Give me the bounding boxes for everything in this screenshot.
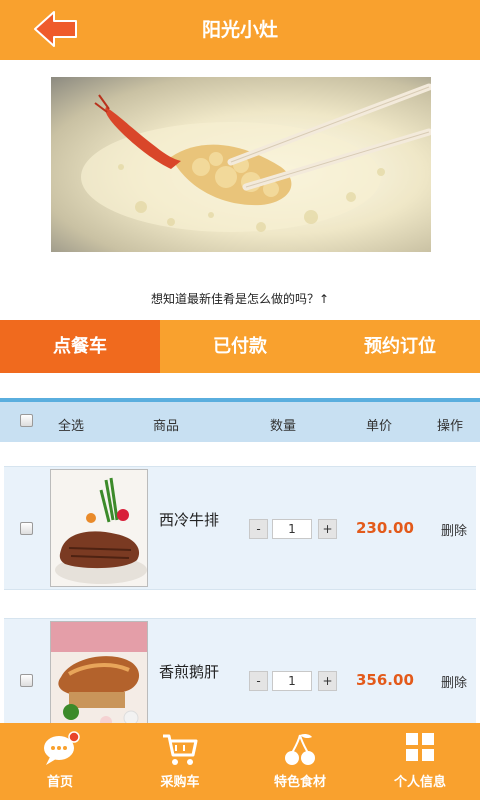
column-quantity: 数量 bbox=[270, 419, 297, 434]
nav-cart-label: 采购车 bbox=[160, 775, 200, 790]
banner-image[interactable] bbox=[51, 77, 431, 252]
nav-home[interactable]: 首页 bbox=[0, 723, 120, 800]
dish-image[interactable] bbox=[50, 621, 148, 739]
dish-name: 西冷牛排 bbox=[159, 511, 220, 529]
page-title: 阳光小灶 bbox=[201, 19, 278, 41]
grid-icon bbox=[406, 733, 434, 761]
column-unit-price: 单价 bbox=[366, 419, 393, 434]
delete-link[interactable]: 删除 bbox=[441, 520, 467, 539]
table-row: 西冷牛排 - 1 + 230.00 删除 bbox=[4, 466, 476, 590]
bottom-nav: 首页 采购车 特色食材 个人信息 bbox=[0, 723, 480, 800]
quantity-decrease-button[interactable]: - bbox=[249, 519, 268, 539]
foie-gras-photo bbox=[51, 622, 147, 738]
nav-home-label: 首页 bbox=[46, 775, 73, 790]
dish-name: 香煎鹅肝 bbox=[159, 663, 220, 681]
unit-price: 356.00 bbox=[356, 671, 414, 689]
tab-bar: 点餐车 已付款 预约订位 bbox=[0, 320, 480, 373]
select-all-checkbox[interactable] bbox=[20, 414, 33, 427]
nav-profile-label: 个人信息 bbox=[393, 775, 446, 790]
quantity-decrease-button[interactable]: - bbox=[249, 671, 268, 691]
column-item: 商品 bbox=[153, 419, 180, 434]
tab-order-cart[interactable]: 点餐车 bbox=[0, 320, 160, 373]
column-action: 操作 bbox=[437, 419, 464, 434]
nav-cart[interactable]: 采购车 bbox=[120, 723, 240, 800]
tab-reservation[interactable]: 预约订位 bbox=[320, 320, 480, 373]
quantity-input[interactable]: 1 bbox=[272, 519, 312, 539]
row-checkbox[interactable] bbox=[20, 674, 33, 687]
sirloin-steak-photo bbox=[51, 470, 147, 586]
dish-image[interactable] bbox=[50, 469, 148, 587]
banner-caption: 想知道最新佳肴是怎么做的吗？↑ bbox=[150, 292, 330, 306]
quantity-input[interactable]: 1 bbox=[272, 671, 312, 691]
quantity-increase-button[interactable]: + bbox=[318, 671, 337, 691]
row-checkbox[interactable] bbox=[20, 522, 33, 535]
quantity-increase-button[interactable]: + bbox=[318, 519, 337, 539]
tab-paid[interactable]: 已付款 bbox=[160, 320, 320, 373]
delete-link[interactable]: 删除 bbox=[441, 672, 467, 691]
nav-specialty-ingredients[interactable]: 特色食材 bbox=[240, 723, 360, 800]
chat-bubble-icon bbox=[44, 731, 80, 765]
cart-icon bbox=[163, 734, 198, 765]
column-select-all: 全选 bbox=[58, 419, 85, 434]
fried-shrimp-photo bbox=[81, 83, 431, 232]
nav-profile[interactable]: 个人信息 bbox=[360, 723, 480, 800]
cherry-icon bbox=[285, 733, 315, 765]
nav-specialty-ingredients-label: 特色食材 bbox=[273, 775, 326, 790]
table-header: 全选 商品 数量 单价 操作 bbox=[0, 398, 480, 442]
app-header: 阳光小灶 bbox=[0, 0, 480, 60]
unit-price: 230.00 bbox=[356, 519, 414, 537]
